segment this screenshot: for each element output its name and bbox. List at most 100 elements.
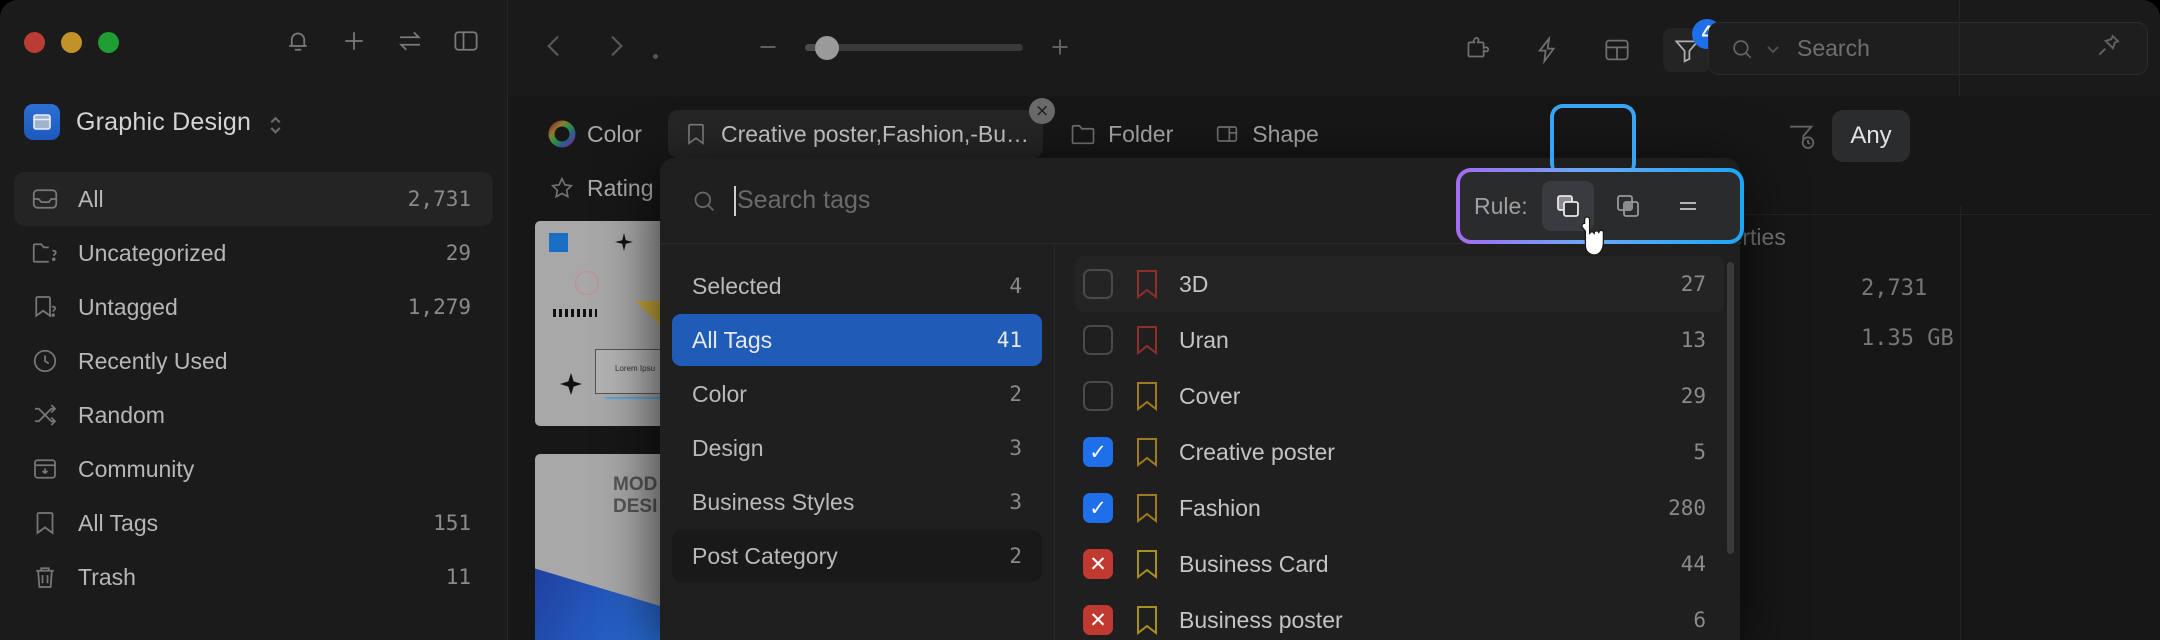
tag-row[interactable]: Cover 29	[1075, 368, 1724, 424]
tag-category-label: Selected	[692, 272, 782, 299]
tag-question-icon	[30, 292, 60, 322]
tag-category-count: 2	[1009, 544, 1022, 568]
bell-icon[interactable]	[283, 26, 313, 56]
tag-count: 6	[1693, 608, 1706, 632]
search-box[interactable]	[1708, 22, 2148, 75]
sidebar-item-community[interactable]: Community	[14, 442, 493, 496]
chevron-down-icon[interactable]	[1765, 41, 1781, 57]
filter-history-icon[interactable]	[1786, 120, 1818, 152]
tag-category-design[interactable]: Design 3	[672, 422, 1042, 474]
tag-label: Uran	[1179, 326, 1229, 353]
tag-row[interactable]: ✓ Creative poster 5	[1075, 424, 1724, 480]
community-icon	[30, 454, 60, 484]
breadcrumb-dot	[653, 54, 658, 59]
tag-category-selected[interactable]: Selected 4	[672, 260, 1042, 312]
layout-button[interactable]	[1593, 28, 1641, 72]
thumbnail-caption: Lorem Ipsu	[615, 364, 656, 373]
tag-row[interactable]: ✓ Fashion 280	[1075, 480, 1724, 536]
shuffle-icon	[30, 400, 60, 430]
zoom-track[interactable]	[805, 35, 1023, 60]
sync-icon[interactable]	[395, 26, 425, 56]
zoom-thumb[interactable]	[815, 35, 839, 60]
inspector-divider	[1711, 214, 2151, 215]
bookmark-icon	[1135, 269, 1159, 300]
filter-button[interactable]: 4	[1663, 19, 1722, 72]
tag-label: Cover	[1179, 382, 1241, 409]
filter-chip-shape[interactable]: Shape	[1199, 110, 1333, 158]
tag-label: Creative poster	[1179, 438, 1335, 465]
zoom-slider[interactable]	[753, 32, 1075, 62]
sidebar-item-untagged[interactable]: Untagged 1,279	[14, 280, 493, 334]
rule-option-list[interactable]	[1662, 181, 1714, 231]
tag-category-count: 3	[1009, 436, 1022, 460]
filter-chip-label: Creative poster,Fashion,-Bu…	[720, 120, 1030, 147]
tag-category-color[interactable]: Color 2	[672, 368, 1042, 420]
bookmark-icon	[1135, 549, 1159, 580]
tag-checkbox[interactable]: ✕	[1083, 605, 1113, 635]
sidebar-toggle-icon[interactable]	[451, 26, 481, 56]
filter-chip-rating[interactable]: Rating	[534, 164, 667, 212]
tag-checkbox[interactable]: ✓	[1083, 493, 1113, 523]
sidebar-item-all-tags[interactable]: All Tags 151	[14, 496, 493, 550]
chevron-updown-icon[interactable]	[267, 111, 284, 134]
tag-category-label: Design	[692, 434, 764, 461]
tag-list-scrollbar[interactable]	[1727, 262, 1734, 554]
pin-icon[interactable]	[2092, 30, 2124, 62]
tag-checkbox[interactable]	[1083, 381, 1113, 411]
tag-checkbox[interactable]	[1083, 269, 1113, 299]
sidebar-item-recently-used[interactable]: Recently Used	[14, 334, 493, 388]
tag-category-post-category[interactable]: Post Category 2	[672, 530, 1042, 582]
sidebar-item-uncategorized[interactable]: Uncategorized 29	[14, 226, 493, 280]
sidebar-item-random[interactable]: Random	[14, 388, 493, 442]
tag-category-label: Post Category	[692, 542, 838, 569]
rule-option-intersect[interactable]	[1602, 181, 1654, 231]
filter-chip-color[interactable]: Color	[534, 110, 656, 158]
quick-action-button[interactable]	[1523, 28, 1571, 72]
folder-icon	[1069, 120, 1097, 148]
bookmark-icon	[682, 120, 710, 148]
sidebar-item-trash[interactable]: Trash 11	[14, 550, 493, 604]
match-mode-highlight-ring	[1550, 104, 1636, 176]
zoom-out-icon[interactable]	[753, 32, 783, 62]
bookmark-icon	[1135, 605, 1159, 636]
zoom-in-icon[interactable]	[1045, 32, 1075, 62]
tag-category-business-styles[interactable]: Business Styles 3	[672, 476, 1042, 528]
minimize-button[interactable]	[61, 32, 82, 53]
check-icon: ✓	[1089, 495, 1107, 520]
library-switcher[interactable]: Graphic Design	[24, 100, 284, 144]
tag-checkbox[interactable]	[1083, 325, 1113, 355]
filter-chip-label: Shape	[1252, 120, 1319, 147]
tag-checkbox[interactable]: ✕	[1083, 549, 1113, 579]
tag-row[interactable]: ✕ Business Card 44	[1075, 536, 1724, 592]
filter-bar-right: Any	[1786, 110, 1910, 162]
app-window: Graphic Design All 2,731 Uncategorized 2…	[0, 0, 2160, 640]
rule-option-union[interactable]	[1541, 181, 1594, 231]
match-mode-button[interactable]: Any	[1832, 110, 1910, 162]
tag-row[interactable]: Uran 13	[1075, 312, 1724, 368]
tag-checkbox[interactable]: ✓	[1083, 437, 1113, 467]
close-icon[interactable]: ×	[1029, 98, 1056, 124]
tag-row[interactable]: 3D 27	[1075, 256, 1724, 312]
chevron-left-icon[interactable]	[538, 30, 570, 62]
search-icon	[690, 187, 718, 215]
maximize-button[interactable]	[98, 32, 119, 53]
sidebar-item-all[interactable]: All 2,731	[14, 172, 493, 226]
tag-row[interactable]: ✕ Business poster 6	[1075, 592, 1724, 640]
filter-chip-tags[interactable]: Creative poster,Fashion,-Bu… ×	[667, 98, 1056, 158]
plus-icon[interactable]	[339, 26, 369, 56]
close-button[interactable]	[24, 32, 45, 53]
filter-chip-folder[interactable]: Folder	[1055, 110, 1187, 158]
sidebar-item-count: 1,279	[407, 295, 471, 319]
tag-count: 5	[1693, 440, 1706, 464]
tag-category-all-tags[interactable]: All Tags 41	[672, 314, 1042, 366]
bookmark-icon	[1135, 493, 1159, 524]
library-name: Graphic Design	[76, 107, 252, 136]
extension-button[interactable]	[1453, 28, 1501, 72]
clock-icon	[30, 346, 60, 376]
chevron-right-icon[interactable]	[600, 30, 632, 62]
sidebar: Graphic Design All 2,731 Uncategorized 2…	[0, 0, 508, 640]
union-icon	[1553, 191, 1583, 221]
shape-icon	[1213, 120, 1241, 148]
tag-count: 280	[1668, 496, 1706, 520]
search-input[interactable]	[1797, 35, 2127, 62]
